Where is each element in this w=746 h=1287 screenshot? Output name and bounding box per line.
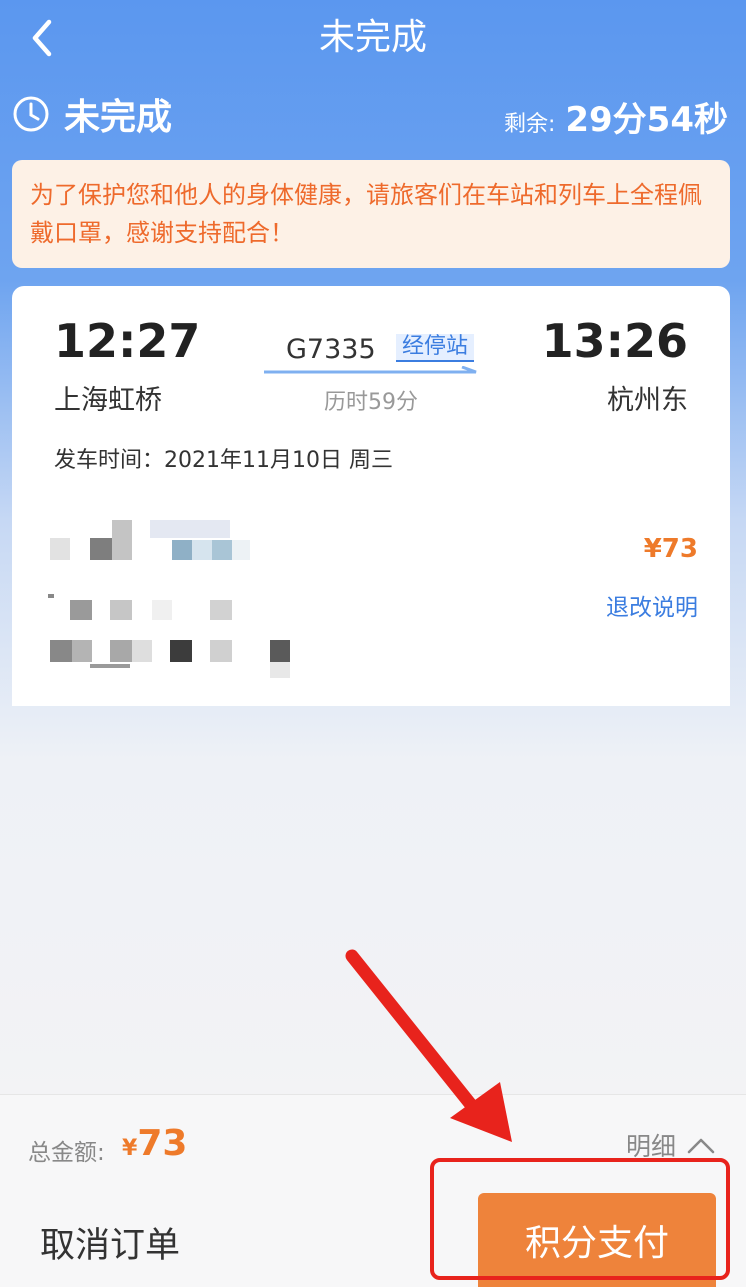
status-label: 未完成 bbox=[64, 97, 173, 138]
chevron-up-icon bbox=[687, 1138, 715, 1154]
route-arrow-icon bbox=[264, 366, 477, 374]
train-number: G7335 bbox=[286, 334, 376, 365]
ticket-price: ¥73 bbox=[643, 534, 698, 564]
train-info-card: 12:27 13:26 上海虹桥 杭州东 G7335 经停站 历时59分 发车时… bbox=[12, 286, 730, 500]
total-amount: ¥ 73 bbox=[122, 1123, 187, 1164]
total-label: 总金额: bbox=[28, 1140, 105, 1166]
refund-policy-link[interactable]: 退改说明 bbox=[606, 588, 698, 622]
cancel-order-button[interactable]: 取消订单 bbox=[40, 1217, 180, 1268]
total-amount-value: 73 bbox=[137, 1123, 188, 1164]
passenger-card: ¥73 退改说明 bbox=[12, 500, 730, 706]
annotation-highlight-box bbox=[430, 1158, 730, 1280]
remaining-countdown: 剩余: 29分54秒 bbox=[504, 92, 728, 141]
trip-duration: 历时59分 bbox=[324, 390, 418, 415]
departure-date: 发车时间：2021年11月10日 周三 bbox=[54, 448, 393, 473]
clock-icon bbox=[13, 96, 49, 132]
remaining-label: 剩余: bbox=[503, 112, 556, 137]
mask-notice: 为了保护您和他人的身体健康，请旅客们在车站和列车上全程佩戴口罩，感谢支持配合！ bbox=[12, 160, 730, 268]
stops-link[interactable]: 经停站 bbox=[396, 334, 475, 362]
departure-time: 12:27 bbox=[54, 314, 201, 368]
order-status: 未完成 bbox=[12, 86, 172, 142]
remaining-time: 29分54秒 bbox=[565, 100, 728, 140]
page-title: 未完成 bbox=[318, 17, 427, 58]
arrival-time: 13:26 bbox=[541, 314, 688, 368]
currency-symbol: ¥ bbox=[122, 1136, 138, 1161]
